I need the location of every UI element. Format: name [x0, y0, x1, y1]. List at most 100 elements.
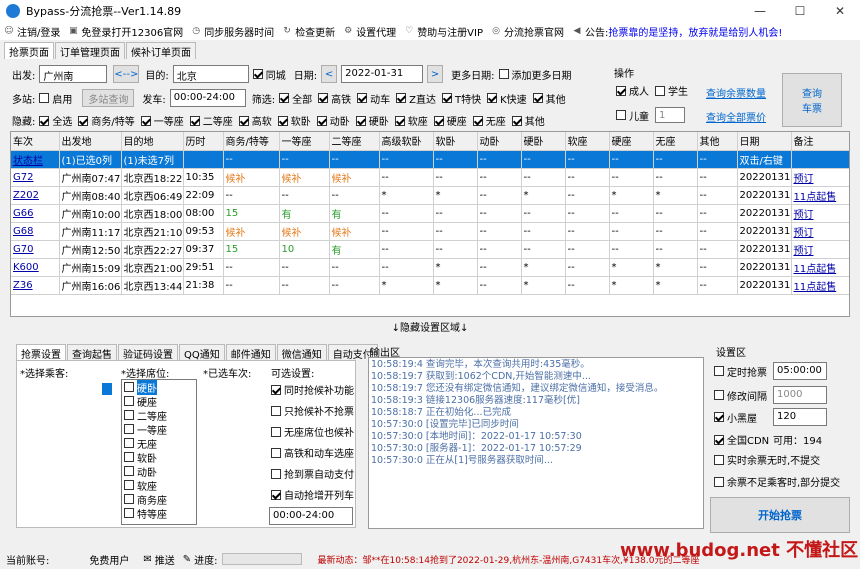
- column-header[interactable]: 车次: [11, 132, 60, 151]
- adult-checkbox[interactable]: [616, 85, 626, 96]
- seat-option[interactable]: 动卧: [122, 464, 196, 479]
- date-input[interactable]: 2022-01-31: [341, 65, 424, 83]
- seat-checkbox[interactable]: [124, 494, 134, 504]
- multi-enable-checkbox[interactable]: [39, 93, 50, 103]
- column-header[interactable]: 历时: [183, 132, 224, 151]
- push-label[interactable]: 推送: [155, 552, 175, 567]
- option-item[interactable]: 同时抢候补功能: [271, 379, 354, 400]
- seat-checkbox[interactable]: [124, 466, 134, 476]
- student-checkbox[interactable]: [655, 85, 665, 96]
- row-action-link[interactable]: 11点起售: [794, 192, 837, 203]
- row-action-link[interactable]: 预订: [794, 174, 814, 185]
- seat-checkbox[interactable]: [124, 424, 134, 434]
- column-header[interactable]: 软卧: [433, 132, 478, 151]
- table-row[interactable]: Z36 广州南16:06 北京西13:44 21:38 -- -- -- * * -- * -- * * -…: [11, 276, 849, 295]
- hide-second-checkbox[interactable]: [189, 115, 200, 126]
- interval-checkbox[interactable]: [714, 390, 724, 400]
- seat-option[interactable]: 二等座: [122, 408, 196, 423]
- seat-option[interactable]: 硬卧: [122, 379, 196, 395]
- seat-checkbox[interactable]: [124, 396, 134, 406]
- option-checkbox[interactable]: [271, 468, 281, 479]
- seat-option[interactable]: 特等座: [122, 506, 196, 521]
- option-item[interactable]: 高铁和动车选座: [271, 442, 354, 463]
- column-header[interactable]: 其他: [697, 132, 738, 151]
- child-checkbox[interactable]: [616, 110, 626, 120]
- depart-time-select[interactable]: 00:00-24:00: [169, 89, 246, 107]
- remain-notify-checkbox[interactable]: [714, 454, 724, 465]
- option-item[interactable]: 抢到票自动支付: [271, 463, 354, 484]
- seat-option[interactable]: 软座: [122, 478, 196, 493]
- column-header[interactable]: 硬座: [609, 132, 654, 151]
- column-header[interactable]: 一等座: [279, 132, 330, 151]
- menu-sync-time[interactable]: ◷ 同步服务器时间: [191, 24, 274, 39]
- hide-yingzuo-checkbox[interactable]: [433, 115, 444, 126]
- seat-option[interactable]: 一等座: [122, 422, 196, 437]
- seat-checkbox[interactable]: [124, 508, 134, 518]
- seat-checkbox[interactable]: [124, 382, 134, 392]
- tab-orders[interactable]: 订单管理页面: [55, 42, 125, 59]
- table-row[interactable]: Z202 广州南08:40 北京西06:49 22:09 -- -- -- * * -- * -- * *…: [11, 186, 849, 205]
- table-row[interactable]: K600 广州南15:09 北京西21:00 29:51 -- -- -- -- * -- * -- *…: [11, 258, 849, 277]
- seat-list[interactable]: 硬卧 硬座 二等座 一等座 无座 软卧 动卧 软座 商务座 特等座: [121, 379, 197, 525]
- column-header[interactable]: 高级软卧: [379, 132, 434, 151]
- row-action-link[interactable]: 预订: [794, 228, 814, 239]
- option-checkbox[interactable]: [271, 489, 281, 500]
- seat-checkbox[interactable]: [124, 480, 134, 490]
- hide-yingwo-checkbox[interactable]: [355, 115, 366, 126]
- partial-submit-checkbox[interactable]: [714, 476, 724, 487]
- minimize-button[interactable]: —: [740, 0, 780, 22]
- train-number[interactable]: Z202: [13, 190, 39, 201]
- option-item[interactable]: 自动抢增开列车: [271, 484, 354, 505]
- column-header[interactable]: 软座: [565, 132, 610, 151]
- column-header[interactable]: 备注: [791, 132, 849, 151]
- start-button[interactable]: 开始抢票: [710, 497, 850, 533]
- child-count-input[interactable]: 1: [655, 107, 685, 123]
- column-header[interactable]: 目的地: [121, 132, 184, 151]
- btab-wechat[interactable]: 微信通知: [276, 344, 327, 361]
- table-row[interactable]: G72 广州南07:47 北京西18:22 10:35 候补 候补 候补 -- -- -- -- --…: [11, 168, 849, 187]
- option-item[interactable]: 无座席位也候补: [271, 421, 354, 442]
- option-checkbox[interactable]: [271, 447, 281, 458]
- btab-ticket-settings[interactable]: 抢票设置: [16, 344, 66, 361]
- timed-input[interactable]: 05:00:00: [773, 362, 827, 380]
- menu-website[interactable]: ◎ 分流抢票官网: [491, 24, 564, 39]
- hide-ruanwo-checkbox[interactable]: [277, 115, 288, 126]
- query-tickets-button[interactable]: 查询 车票: [782, 73, 842, 127]
- btab-sale-query[interactable]: 查询起售: [67, 344, 117, 361]
- selected-trains-list[interactable]: [203, 379, 265, 525]
- filter-other-checkbox[interactable]: [532, 93, 543, 103]
- filter-all-checkbox[interactable]: [279, 93, 290, 103]
- option-checkbox[interactable]: [271, 405, 281, 416]
- to-input[interactable]: 北京: [172, 65, 249, 83]
- tab-waitlist[interactable]: 候补订单页面: [126, 42, 196, 59]
- train-number[interactable]: K600: [13, 262, 39, 273]
- menu-check-update[interactable]: ↻ 检查更新: [282, 24, 335, 39]
- option-item[interactable]: 只抢候补不抢票: [271, 400, 354, 421]
- hide-first-checkbox[interactable]: [140, 115, 151, 126]
- swap-button[interactable]: <-->: [113, 65, 140, 83]
- table-row[interactable]: G70 广州南12:50 北京西22:27 09:37 15 10 有 -- -- -- -- -- -…: [11, 240, 849, 259]
- passenger-list[interactable]: [20, 379, 116, 525]
- maximize-button[interactable]: ☐: [780, 0, 820, 22]
- filter-t-checkbox[interactable]: [441, 93, 452, 103]
- blackroom-input[interactable]: 120: [773, 408, 827, 426]
- prev-date-button[interactable]: <: [321, 65, 338, 83]
- btab-qq[interactable]: QQ通知: [179, 344, 225, 361]
- filter-k-checkbox[interactable]: [487, 93, 498, 103]
- interval-input[interactable]: 1000: [773, 386, 827, 404]
- hide-gaoruan-checkbox[interactable]: [238, 115, 249, 126]
- hide-wuzuo-checkbox[interactable]: [472, 115, 483, 126]
- train-number[interactable]: G66: [13, 208, 33, 219]
- cdn-checkbox[interactable]: [714, 434, 724, 445]
- multi-query-button[interactable]: 多站查询: [82, 89, 135, 107]
- btab-email[interactable]: 邮件通知: [225, 344, 276, 361]
- close-button[interactable]: ✕: [820, 0, 860, 22]
- blackroom-checkbox[interactable]: [714, 412, 724, 422]
- timed-checkbox[interactable]: [714, 366, 724, 376]
- hide-dongwo-checkbox[interactable]: [316, 115, 327, 126]
- train-number[interactable]: G70: [13, 244, 33, 255]
- menu-proxy[interactable]: ⚙ 设置代理: [343, 24, 396, 39]
- from-input[interactable]: 广州南: [39, 65, 108, 83]
- seat-option[interactable]: 硬座: [122, 394, 196, 409]
- column-header[interactable]: 硬卧: [521, 132, 566, 151]
